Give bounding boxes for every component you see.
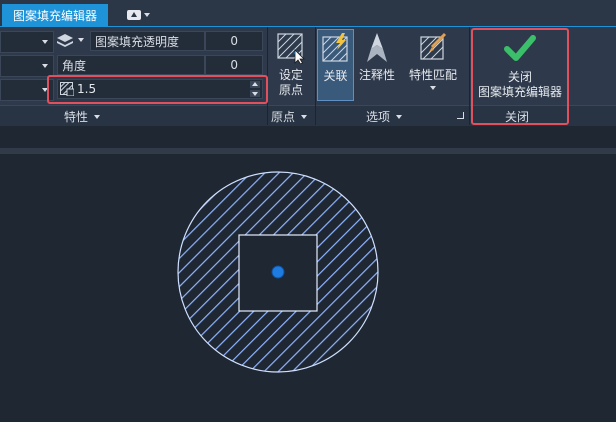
chevron-down-icon	[144, 13, 150, 17]
annotative-icon	[362, 32, 392, 64]
ribbon-display-toggle[interactable]	[127, 8, 153, 22]
set-origin-button[interactable]: 设定 原点	[272, 32, 310, 98]
group-label-properties[interactable]: 特性	[64, 108, 101, 125]
layers-icon	[56, 33, 74, 49]
match-properties-label: 特性匹配	[408, 68, 457, 82]
group-label-origin[interactable]: 原点	[271, 108, 308, 125]
transparency-dropdown-arrow[interactable]	[78, 38, 84, 42]
annotative-button[interactable]: 注释性	[357, 32, 397, 83]
angle-value[interactable]: 0	[205, 55, 263, 75]
minimize-ribbon-icon	[127, 10, 141, 20]
set-origin-label-2: 原点	[278, 83, 303, 97]
options-dialog-launcher-icon[interactable]	[457, 112, 464, 119]
properties-group-text: 特性	[64, 110, 89, 124]
angle-label: 角度	[57, 55, 205, 75]
options-group-text: 选项	[366, 110, 391, 124]
hatch-color-dropdown[interactable]	[0, 55, 54, 77]
scale-highlight-box	[47, 75, 268, 104]
chevron-down-icon	[396, 114, 403, 119]
background-color-dropdown[interactable]	[0, 79, 54, 101]
match-properties-icon	[418, 32, 448, 64]
group-label-options[interactable]: 选项	[366, 108, 403, 125]
panel-separator	[315, 27, 316, 125]
hatch-type-dropdown[interactable]	[0, 31, 54, 53]
drawing-svg	[177, 171, 379, 373]
panel-separator	[469, 27, 470, 125]
associative-label: 关联	[323, 69, 348, 83]
chevron-down-icon	[94, 114, 101, 119]
associative-icon	[321, 33, 351, 63]
set-origin-label-1: 设定	[278, 68, 303, 82]
chevron-down-icon	[430, 86, 436, 90]
close-highlight-box	[471, 28, 569, 125]
transparency-label: 图案填充透明度	[90, 31, 205, 51]
chevron-down-icon	[301, 114, 308, 119]
associative-button[interactable]: 关联	[317, 29, 354, 101]
annotative-label: 注释性	[358, 68, 395, 82]
transparency-value[interactable]: 0	[205, 31, 263, 51]
ribbon-tab-strip: 图案填充编辑器	[0, 0, 616, 27]
drawing-canvas[interactable]	[0, 154, 616, 419]
match-properties-button[interactable]: 特性匹配	[404, 32, 462, 90]
set-origin-icon	[276, 32, 306, 65]
origin-group-text: 原点	[271, 110, 296, 124]
tab-hatch-editor[interactable]: 图案填充编辑器	[2, 4, 108, 26]
hatch-origin-grip[interactable]	[271, 265, 285, 279]
